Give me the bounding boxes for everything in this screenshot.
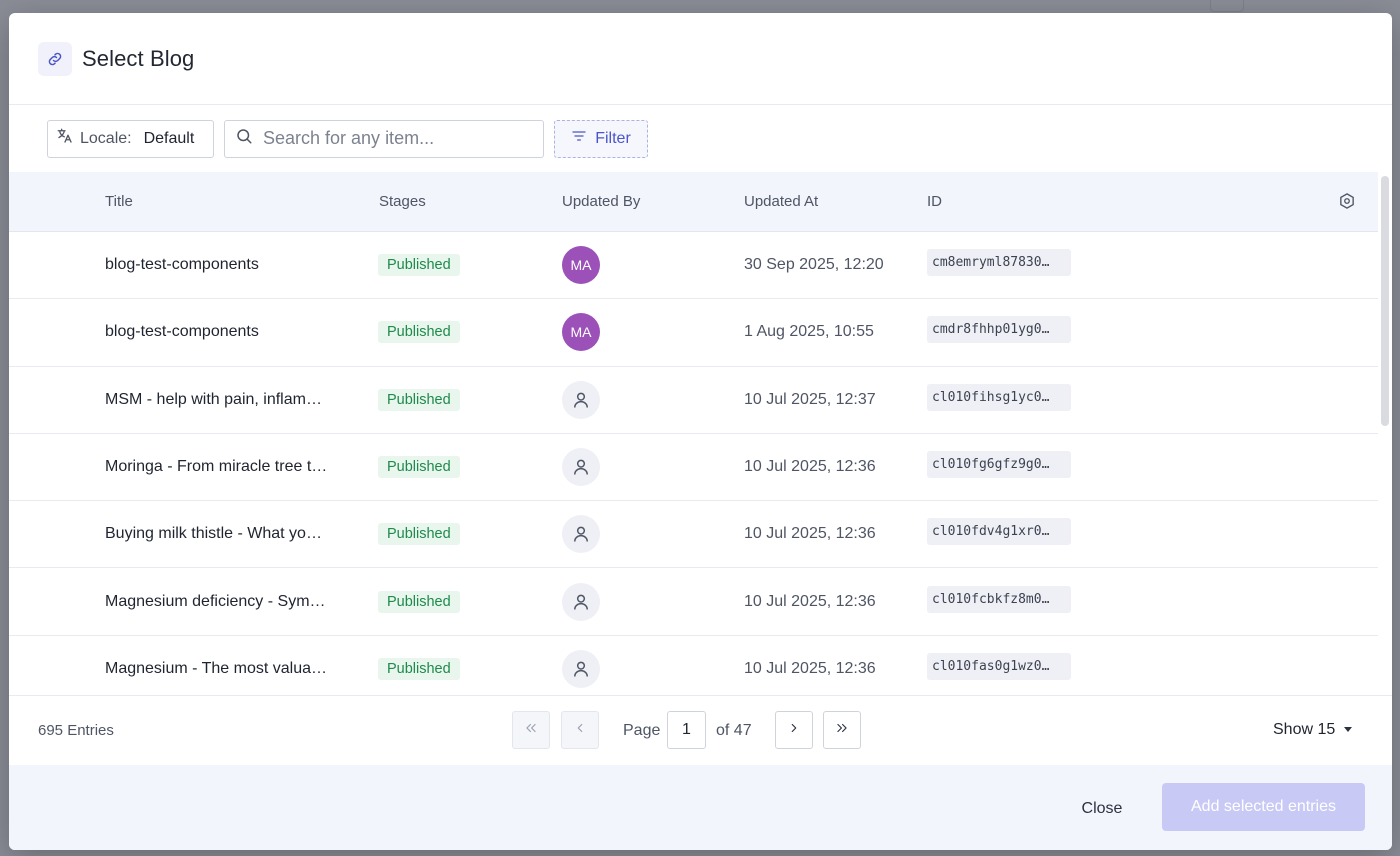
select-blog-modal: Select Blog Locale: Default Search for a… [9, 13, 1392, 850]
locale-selector[interactable]: Locale: Default [47, 119, 214, 158]
table-body: blog-test-components Published MA 30 Sep… [9, 232, 1392, 695]
avatar: MA [562, 313, 600, 352]
row-title: Moringa - From miracle tree t… [105, 458, 328, 476]
chevrons-right-icon [835, 721, 849, 740]
user-icon [562, 515, 600, 554]
stage-badge: Published [378, 590, 460, 613]
row-id[interactable]: cmdr8fhhp01yg0… [927, 316, 1071, 348]
row-title: blog-test-components [105, 323, 259, 341]
first-page-button[interactable] [512, 711, 550, 749]
chevron-left-icon [573, 721, 587, 740]
avatar: MA [562, 246, 600, 285]
caret-down-icon [1343, 721, 1353, 739]
translate-icon [56, 127, 74, 150]
next-page-button[interactable] [775, 711, 813, 749]
last-page-button[interactable] [823, 711, 861, 749]
row-id[interactable]: cl010fihsg1yc0… [927, 383, 1071, 416]
table-row[interactable]: MSM - help with pain, inflam… Published … [9, 367, 1378, 434]
stage-badge: Published [378, 456, 460, 479]
row-title: blog-test-components [105, 256, 259, 274]
modal-footer: Close Add selected entries [9, 765, 1392, 850]
filter-label: Filter [595, 129, 631, 147]
user-icon [562, 448, 600, 487]
search-box [224, 119, 544, 158]
stage-badge: Published [378, 657, 460, 680]
backdrop-element [1210, 0, 1244, 12]
page-label: Page [623, 722, 661, 739]
user-icon [562, 380, 600, 419]
link-icon [38, 41, 72, 76]
row-updated-at: 1 Aug 2025, 10:55 [744, 323, 874, 341]
row-id[interactable]: cl010fcbkfz8m0… [927, 585, 1071, 618]
chevron-right-icon [787, 721, 801, 740]
row-updated-at: 10 Jul 2025, 12:36 [744, 525, 876, 543]
scrollbar-thumb[interactable] [1381, 176, 1389, 426]
column-updated-by[interactable]: Updated By [562, 193, 640, 210]
table-row[interactable]: Moringa - From miracle tree t… Published… [9, 434, 1378, 502]
column-title[interactable]: Title [105, 193, 133, 210]
stage-badge: Published [378, 254, 460, 277]
row-updated-at: 10 Jul 2025, 12:36 [744, 659, 876, 677]
user-icon [562, 649, 600, 688]
stage-badge: Published [378, 523, 460, 546]
total-pages-label: of 47 [716, 722, 752, 739]
toolbar: Locale: Default Filter [9, 105, 1392, 172]
row-id[interactable]: cl010fas0g1wz0… [927, 652, 1071, 685]
page-size-label: Show 15 [1273, 721, 1336, 738]
column-id[interactable]: ID [927, 193, 942, 210]
close-button[interactable]: Close [1067, 789, 1137, 829]
chevrons-left-icon [524, 721, 538, 740]
column-stages[interactable]: Stages [379, 193, 426, 210]
stage-badge: Published [378, 388, 460, 411]
row-id[interactable]: cl010fdv4g1xr0… [927, 518, 1071, 550]
page-number-input[interactable] [667, 711, 706, 749]
locale-value: Default [143, 129, 195, 147]
table-row[interactable]: blog-test-components Published MA 30 Sep… [9, 232, 1378, 300]
column-updated-at[interactable]: Updated At [744, 193, 818, 210]
column-settings-icon[interactable] [1338, 192, 1356, 215]
filter-icon [571, 128, 587, 149]
row-updated-at: 30 Sep 2025, 12:20 [744, 256, 884, 274]
row-id[interactable]: cm8emryml87830… [927, 249, 1071, 281]
search-icon [235, 127, 253, 150]
row-title: MSM - help with pain, inflam… [105, 390, 322, 408]
filter-button[interactable]: Filter [554, 119, 648, 158]
table-row[interactable]: Magnesium deficiency - Sym… Published 10… [9, 568, 1378, 636]
table-row[interactable]: Buying milk thistle - What yo… Published… [9, 501, 1378, 569]
entries-count: 695 Entries [38, 722, 114, 739]
table-scrollbar[interactable] [1378, 172, 1392, 695]
row-title: Magnesium deficiency - Sym… [105, 592, 326, 610]
page-size-select[interactable]: Show 15 [1273, 721, 1353, 739]
table-row[interactable]: Magnesium - The most valua… Published 10… [9, 636, 1378, 695]
table-header: Title Stages Updated By Updated At ID [9, 172, 1392, 232]
row-title: Buying milk thistle - What yo… [105, 525, 322, 543]
stage-badge: Published [378, 321, 460, 344]
row-title: Magnesium - The most valua… [105, 659, 328, 677]
entries-table: Title Stages Updated By Updated At ID bl… [9, 172, 1392, 695]
add-selected-entries-button[interactable]: Add selected entries [1162, 783, 1365, 831]
modal-header: Select Blog [9, 13, 1392, 105]
row-updated-at: 10 Jul 2025, 12:36 [744, 592, 876, 610]
search-input[interactable] [263, 128, 523, 149]
modal-title: Select Blog [82, 45, 195, 71]
locale-label: Locale: [80, 129, 132, 147]
user-icon [562, 582, 600, 621]
row-updated-at: 10 Jul 2025, 12:36 [744, 458, 876, 476]
pagination-bar: 695 Entries Page of 47 Show 15 [9, 695, 1392, 765]
row-id[interactable]: cl010fg6gfz9g0… [927, 451, 1071, 483]
row-updated-at: 10 Jul 2025, 12:37 [744, 390, 876, 408]
prev-page-button[interactable] [561, 711, 599, 749]
table-row[interactable]: blog-test-components Published MA 1 Aug … [9, 299, 1378, 367]
